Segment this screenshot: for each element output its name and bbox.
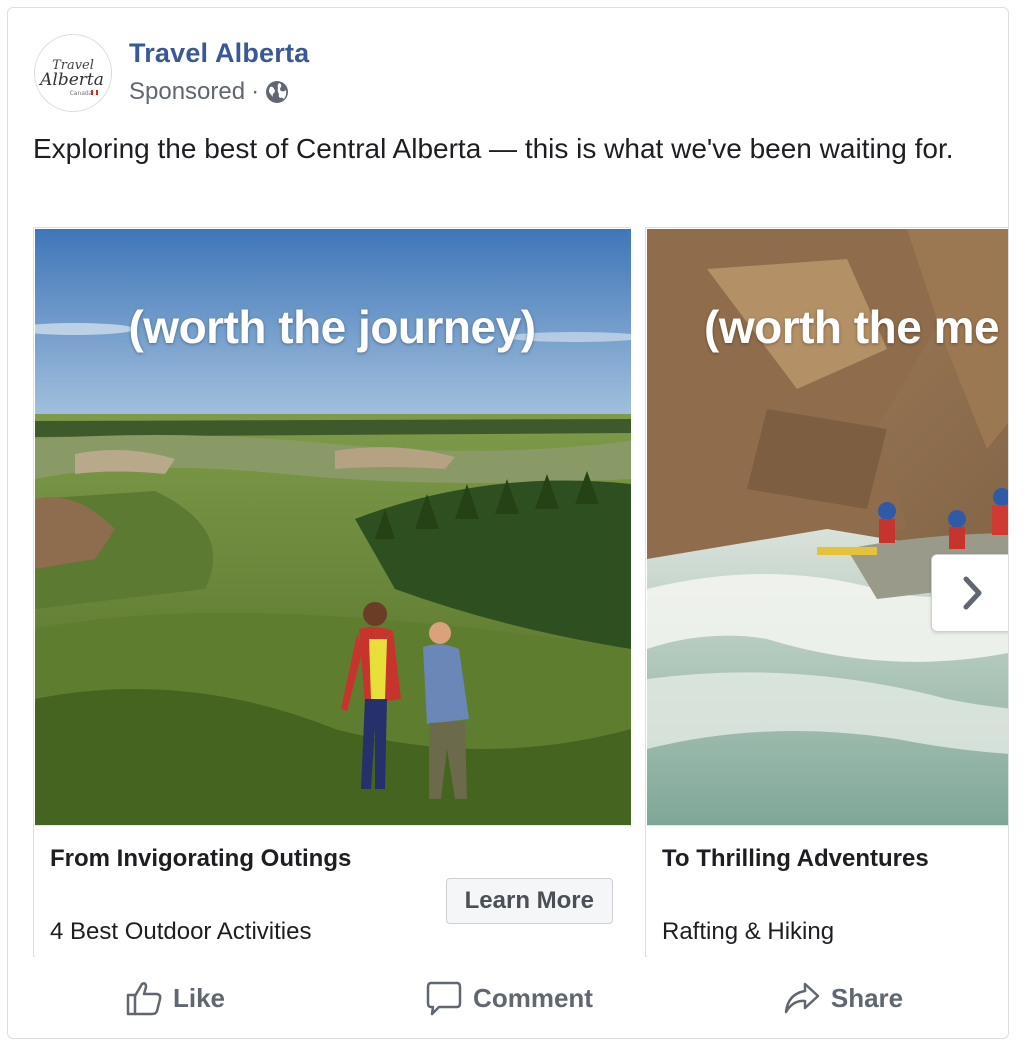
sponsored-post: Travel Alberta Canada Travel Alberta Spo…: [7, 7, 1009, 1039]
page-name-link[interactable]: Travel Alberta: [129, 38, 309, 69]
card-headline: From Invigorating Outings: [50, 845, 352, 872]
page-avatar[interactable]: Travel Alberta Canada: [34, 34, 112, 112]
sponsored-label[interactable]: Sponsored: [129, 78, 245, 106]
thumbs-up-icon: [126, 982, 162, 1016]
comment-label: Comment: [473, 982, 593, 1013]
card-description: 4 Best Outdoor Activities: [50, 918, 312, 945]
share-button[interactable]: Share: [676, 980, 1008, 1016]
globe-icon[interactable]: [265, 80, 289, 104]
share-label: Share: [830, 982, 904, 1013]
svg-text:Canada: Canada: [70, 90, 93, 97]
carousel-next-button[interactable]: [931, 554, 1008, 632]
share-icon: [784, 982, 820, 1014]
travel-alberta-logo: Travel Alberta Canada: [38, 58, 104, 97]
chevron-right-icon: [963, 576, 982, 610]
card-footer[interactable]: From Invigorating Outings Learn More 4 B…: [35, 825, 631, 958]
like-button[interactable]: Like: [8, 980, 342, 1016]
card-footer[interactable]: To Thrilling Adventures Rafting & Hiking: [647, 825, 1008, 958]
carousel-card[interactable]: (worth the journey) From Invigorating Ou…: [33, 227, 631, 958]
comment-icon: [426, 981, 462, 1016]
card-headline: To Thrilling Adventures: [662, 845, 929, 872]
carousel: (worth the journey) From Invigorating Ou…: [33, 227, 1008, 959]
meta-separator: ·: [251, 78, 260, 105]
post-meta: Sponsored ·: [129, 78, 289, 106]
learn-more-button[interactable]: Learn More: [445, 878, 613, 924]
card-tagline: (worth the journey): [128, 301, 536, 353]
post-actions: Like Comment Share: [8, 963, 1008, 1033]
svg-text:Alberta: Alberta: [38, 70, 104, 90]
card-description: Rafting & Hiking: [662, 918, 835, 945]
like-label: Like: [172, 982, 226, 1013]
post-caption: Exploring the best of Central Alberta — …: [33, 133, 954, 164]
comment-button[interactable]: Comment: [342, 980, 676, 1016]
card-tagline: (worth the me: [704, 301, 1000, 353]
